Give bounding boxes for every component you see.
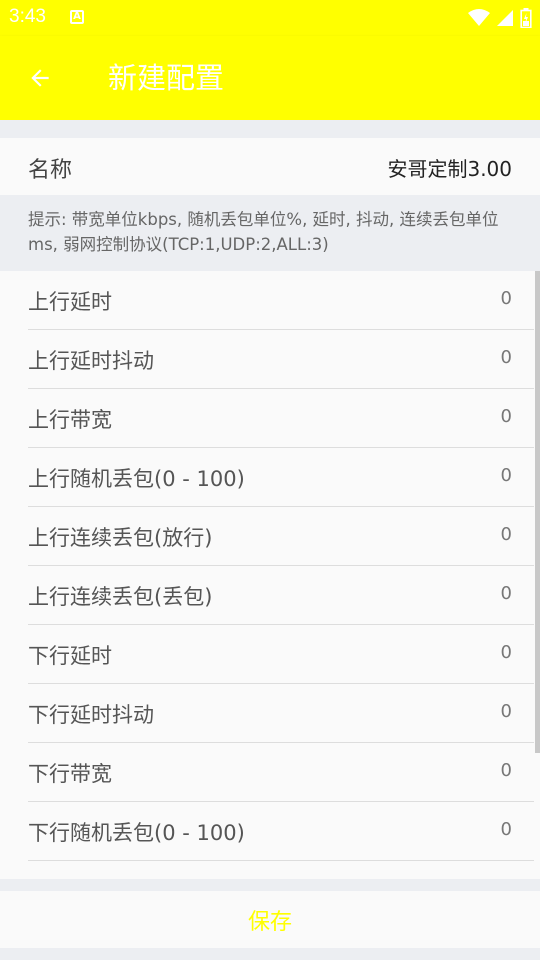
name-value[interactable]: 安哥定制3.00 bbox=[387, 153, 512, 182]
item-value[interactable]: 0 bbox=[501, 524, 512, 545]
list-item[interactable]: 上行连续丢包(丢包) 0 bbox=[28, 566, 534, 625]
signal-icon bbox=[497, 10, 513, 26]
list-item[interactable]: 上行带宽 0 bbox=[28, 389, 534, 448]
name-field-row[interactable]: 名称 安哥定制3.00 bbox=[0, 138, 540, 195]
back-button[interactable] bbox=[20, 58, 60, 98]
save-bar: 保存 bbox=[0, 891, 540, 948]
settings-list[interactable]: 上行延时 0 上行延时抖动 0 上行带宽 0 上行随机丢包(0 - 100) 0… bbox=[0, 271, 540, 879]
item-value[interactable]: 0 bbox=[501, 819, 512, 840]
item-value[interactable]: 0 bbox=[501, 406, 512, 427]
page-title: 新建配置 bbox=[108, 61, 225, 95]
app-bar: 新建配置 bbox=[0, 36, 540, 120]
item-label: 下行延时抖动 bbox=[28, 703, 154, 727]
item-value[interactable]: 0 bbox=[501, 347, 512, 368]
top-spacer bbox=[0, 120, 540, 138]
bottom-spacer bbox=[0, 879, 540, 891]
list-item[interactable]: 下行延时抖动 0 bbox=[28, 684, 534, 743]
screen: 3:43 A 新建配置 名称 安哥定制3.00 提示: 带宽单位kbps, 随机… bbox=[0, 0, 540, 960]
list-item[interactable]: 上行连续丢包(放行) 0 bbox=[28, 507, 534, 566]
wifi-icon bbox=[468, 9, 490, 26]
list-item[interactable]: 下行延时 0 bbox=[28, 625, 534, 684]
item-label: 上行带宽 bbox=[28, 408, 112, 432]
list-item[interactable]: 上行随机丢包(0 - 100) 0 bbox=[28, 448, 534, 507]
a-notification-icon: A bbox=[70, 10, 84, 24]
item-value[interactable]: 0 bbox=[501, 760, 512, 781]
battery-icon bbox=[520, 8, 532, 28]
item-label: 上行延时抖动 bbox=[28, 349, 154, 373]
item-label: 下行随机丢包(0 - 100) bbox=[28, 821, 245, 845]
item-label: 上行连续丢包(放行) bbox=[28, 526, 213, 550]
arrow-left-icon bbox=[31, 69, 49, 87]
item-label: 上行随机丢包(0 - 100) bbox=[28, 467, 245, 491]
item-value[interactable]: 0 bbox=[501, 583, 512, 604]
hint-text: 提示: 带宽单位kbps, 随机丢包单位%, 延时, 抖动, 连续丢包单位ms,… bbox=[0, 195, 540, 271]
scrollbar[interactable] bbox=[535, 271, 540, 753]
item-value[interactable]: 0 bbox=[501, 642, 512, 663]
list-item[interactable]: 上行延时 0 bbox=[28, 271, 534, 330]
name-label: 名称 bbox=[28, 158, 73, 183]
item-label: 上行连续丢包(丢包) bbox=[28, 585, 213, 609]
item-value[interactable]: 0 bbox=[501, 288, 512, 309]
list-item[interactable]: 上行延时抖动 0 bbox=[28, 330, 534, 389]
list-item[interactable]: 下行随机丢包(0 - 100) 0 bbox=[28, 802, 534, 861]
status-time: 3:43 bbox=[9, 6, 46, 27]
item-label: 上行延时 bbox=[28, 290, 112, 314]
status-bar: 3:43 A bbox=[0, 0, 540, 36]
item-value[interactable]: 0 bbox=[501, 465, 512, 486]
item-label: 下行延时 bbox=[28, 644, 112, 668]
item-value[interactable]: 0 bbox=[501, 701, 512, 722]
list-item[interactable]: 下行带宽 0 bbox=[28, 743, 534, 802]
save-button[interactable]: 保存 bbox=[0, 891, 540, 948]
status-icons bbox=[468, 6, 532, 30]
item-label: 下行带宽 bbox=[28, 762, 112, 786]
